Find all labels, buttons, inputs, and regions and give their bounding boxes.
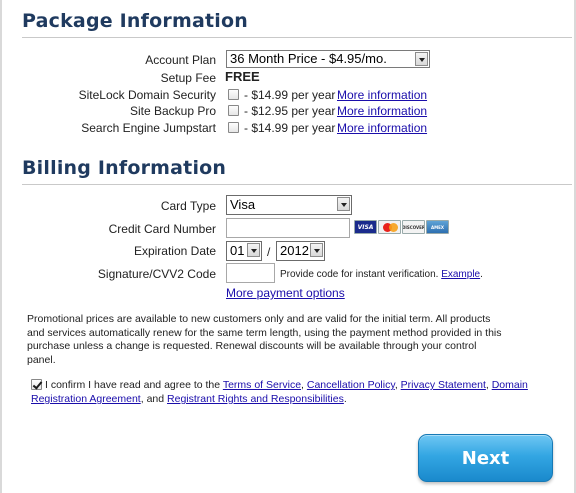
card-type-value: Visa [230, 197, 256, 212]
card-number-input[interactable] [226, 218, 350, 238]
addon-checkbox-sitelock[interactable] [228, 89, 239, 100]
card-type-label: Card Type [160, 199, 216, 213]
addon-checkbox-jumpstart[interactable] [228, 122, 239, 133]
more-payment-options-link[interactable]: More payment options [226, 286, 345, 300]
chevron-down-icon [310, 243, 323, 257]
cancellation-policy-link[interactable]: Cancellation Policy [307, 379, 395, 391]
account-plan-value: 36 Month Price - $4.95/mo. [230, 51, 387, 66]
addon-more-info-link-backup[interactable]: More information [337, 104, 427, 118]
addon-price-backup: - $12.95 per year [244, 104, 336, 118]
billing-section-title: Billing Information [22, 157, 227, 179]
addon-price-sitelock: - $14.99 per year [244, 88, 336, 102]
card-type-select[interactable]: Visa [226, 195, 352, 215]
terms-of-service-link[interactable]: Terms of Service [223, 379, 301, 391]
expiration-year-value: 2012 [280, 243, 309, 258]
expiration-month-select[interactable]: 01 [226, 241, 262, 261]
addon-more-info-link-sitelock[interactable]: More information [337, 88, 427, 102]
page-border-left [0, 0, 2, 493]
expiration-separator: / [267, 245, 271, 259]
promo-note: Promotional prices are available to new … [27, 313, 502, 366]
account-plan-label: Account Plan [145, 53, 216, 67]
registrant-rights-link[interactable]: Registrant Rights and Responsibilities [167, 393, 344, 405]
expiration-date-label: Expiration Date [133, 244, 216, 258]
setup-fee-value: FREE [225, 69, 260, 84]
cvv-input[interactable] [226, 263, 275, 283]
cvv-hint: Provide code for instant verification. E… [280, 269, 483, 280]
expiration-year-select[interactable]: 2012 [276, 241, 325, 261]
addon-more-info-link-jumpstart[interactable]: More information [337, 121, 427, 135]
privacy-statement-link[interactable]: Privacy Statement [401, 379, 486, 391]
expiration-month-value: 01 [230, 243, 245, 258]
package-section-rule [22, 37, 572, 38]
addon-price-jumpstart: - $14.99 per year [244, 121, 336, 135]
cvv-label: Signature/CVV2 Code [97, 267, 216, 281]
addon-label-backup: Site Backup Pro [129, 104, 216, 118]
confirm-separator: , and [140, 393, 168, 405]
confirm-prefix: I confirm I have read and agree to the [45, 379, 223, 391]
confirm-text: I confirm I have read and agree to the T… [31, 378, 551, 406]
chevron-down-icon [247, 243, 260, 257]
addon-checkbox-backup[interactable] [228, 105, 239, 116]
amex-logo-icon: AMEX [426, 220, 449, 234]
confirm-suffix: . [343, 393, 347, 405]
next-button[interactable]: Next [418, 434, 553, 482]
card-logos: VISA DISCOVER AMEX [354, 220, 449, 234]
billing-section-rule [22, 184, 572, 185]
mastercard-logo-icon [378, 220, 401, 234]
addon-label-jumpstart: Search Engine Jumpstart [81, 121, 216, 135]
chevron-down-icon [415, 52, 428, 66]
addon-label-sitelock: SiteLock Domain Security [78, 88, 216, 102]
package-section-title: Package Information [22, 10, 248, 32]
cvv-example-link[interactable]: Example [441, 269, 480, 280]
chevron-down-icon [337, 197, 350, 211]
discover-logo-icon: DISCOVER [402, 220, 425, 234]
card-number-label: Credit Card Number [108, 222, 216, 236]
cvv-hint-text: Provide code for instant verification. [280, 269, 439, 280]
setup-fee-label: Setup Fee [160, 71, 216, 85]
account-plan-select[interactable]: 36 Month Price - $4.95/mo. [226, 50, 430, 68]
visa-logo-icon: VISA [354, 220, 377, 234]
